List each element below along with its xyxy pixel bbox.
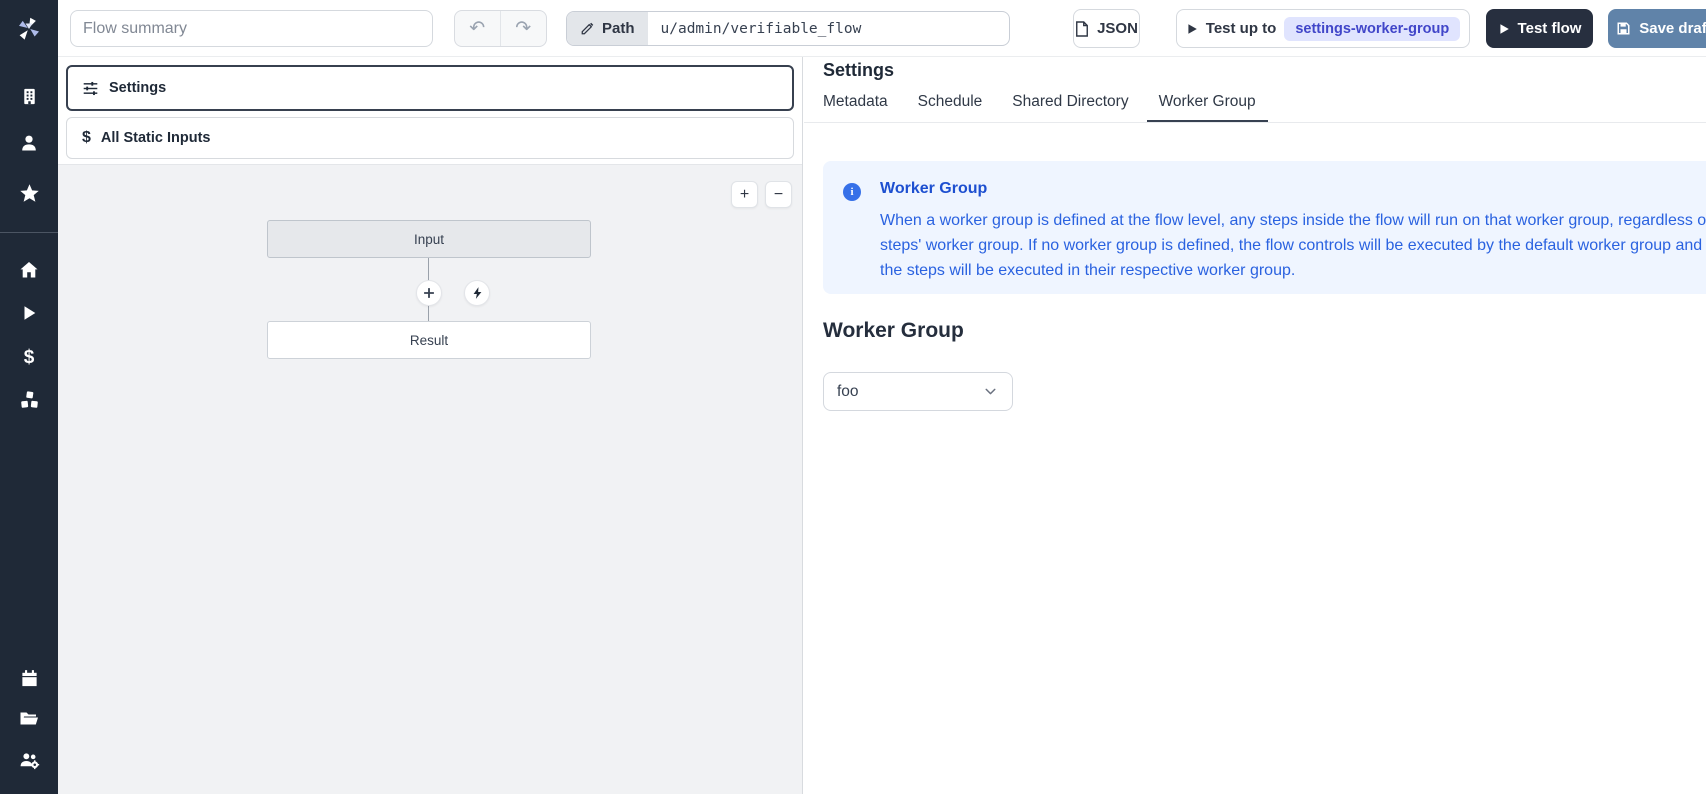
flow-graph-canvas[interactable]: + − Input Result (58, 164, 802, 794)
favorites-star-icon[interactable] (17, 181, 41, 205)
top-bar: ↶ ↷ Path u/admin/verifiable_flow JSON Te… (0, 0, 1706, 57)
lightning-bolt-icon (471, 286, 484, 300)
all-static-inputs-item[interactable]: $ All Static Inputs (66, 117, 794, 159)
undo-icon: ↶ (469, 17, 485, 40)
path-label: Path (602, 20, 635, 37)
tab-schedule[interactable]: Schedule (918, 91, 983, 122)
edit-path-button[interactable]: Path (567, 12, 648, 45)
undo-button[interactable]: ↶ (455, 11, 501, 46)
input-node[interactable]: Input (267, 220, 591, 258)
windmill-pinwheel-icon (14, 14, 44, 44)
redo-button[interactable]: ↷ (501, 11, 547, 46)
worker-group-info-box: i Worker Group When a worker group is de… (823, 161, 1706, 294)
undo-redo-group: ↶ ↷ (454, 10, 547, 47)
flow-settings-item[interactable]: Settings (66, 65, 794, 111)
user-icon[interactable] (17, 131, 41, 155)
chevron-down-icon (982, 383, 999, 400)
groups-users-gear-icon[interactable] (17, 748, 41, 772)
result-node[interactable]: Result (267, 321, 591, 359)
tab-shared-directory[interactable]: Shared Directory (1012, 91, 1128, 122)
plus-icon (422, 286, 436, 300)
dollar-icon: $ (82, 129, 91, 147)
redo-icon: ↷ (515, 17, 531, 40)
sliders-icon (82, 80, 99, 97)
test-up-to-step-badge: settings-worker-group (1284, 17, 1460, 41)
test-flow-button[interactable]: Test flow (1486, 9, 1593, 48)
left-sidebar: $ (0, 57, 58, 794)
pencil-icon (580, 21, 595, 36)
add-step-button[interactable] (416, 280, 442, 306)
save-draft-button[interactable]: Save draft (1608, 9, 1706, 48)
settings-tabs: Metadata Schedule Shared Directory Worke… (804, 91, 1706, 123)
info-box-title: Worker Group (880, 180, 1706, 198)
runs-play-icon[interactable] (17, 301, 41, 325)
schedules-calendar-icon[interactable] (17, 666, 41, 690)
json-button-label: JSON (1097, 20, 1138, 37)
zoom-in-button[interactable]: + (731, 181, 758, 208)
test-flow-label: Test flow (1518, 20, 1582, 37)
sidebar-divider (0, 232, 58, 233)
home-icon[interactable] (17, 258, 41, 282)
test-up-to-button[interactable]: Test up to settings-worker-group (1176, 9, 1470, 48)
folders-icon[interactable] (17, 706, 41, 730)
settings-panel-title: Settings (823, 60, 894, 81)
play-icon (1498, 23, 1510, 35)
all-static-inputs-label: All Static Inputs (101, 130, 211, 146)
zoom-out-button[interactable]: − (765, 181, 792, 208)
info-body-line: When a worker group is defined at the fl… (880, 208, 1706, 233)
resources-cubes-icon[interactable] (17, 388, 41, 412)
file-json-icon (1075, 21, 1089, 37)
flow-editor-panel: Settings $ All Static Inputs + − Input R… (58, 57, 803, 794)
info-text: Worker Group When a worker group is defi… (880, 176, 1706, 294)
tab-metadata[interactable]: Metadata (823, 91, 888, 122)
info-icon: i (843, 183, 861, 201)
variables-dollar-icon[interactable]: $ (17, 345, 41, 369)
flow-settings-label: Settings (109, 80, 166, 96)
save-draft-label: Save draft (1639, 20, 1706, 37)
path-group: Path u/admin/verifiable_flow (566, 11, 1010, 46)
path-value-input[interactable]: u/admin/verifiable_flow (648, 12, 875, 45)
workspace-building-icon[interactable] (17, 84, 41, 108)
info-body-line: the steps will be executed in their resp… (880, 258, 1706, 283)
windmill-logo[interactable] (0, 0, 58, 57)
worker-group-select[interactable]: foo (823, 372, 1013, 411)
save-icon (1616, 21, 1631, 36)
settings-panel: Settings Metadata Schedule Shared Direct… (804, 57, 1706, 794)
worker-group-section-title: Worker Group (823, 319, 964, 343)
test-up-to-label: Test up to (1206, 20, 1277, 37)
trigger-bolt-button[interactable] (464, 280, 490, 306)
tab-worker-group[interactable]: Worker Group (1147, 91, 1268, 122)
worker-group-select-value: foo (837, 383, 859, 401)
play-icon (1186, 23, 1198, 35)
flow-summary-input[interactable] (70, 10, 433, 47)
json-button[interactable]: JSON (1073, 9, 1140, 48)
info-body-line: steps' worker group. If no worker group … (880, 233, 1706, 258)
